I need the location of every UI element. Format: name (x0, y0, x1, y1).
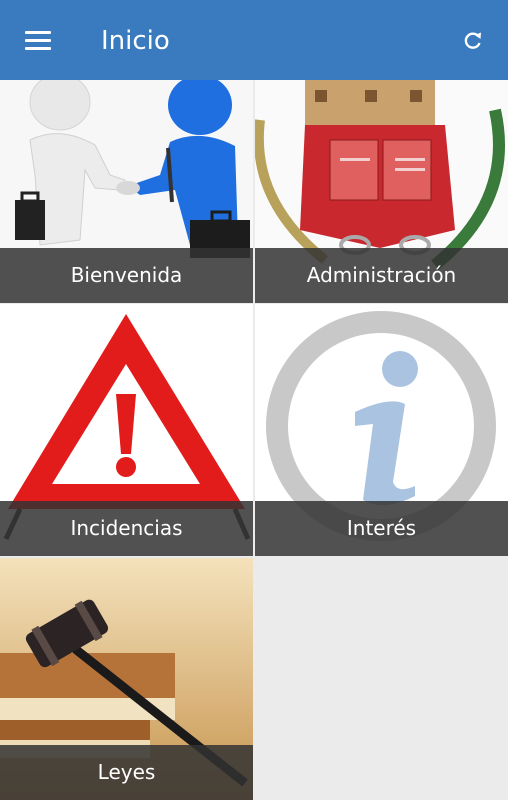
tile-label-interes: Interés (346, 516, 417, 540)
menu-icon[interactable] (18, 22, 58, 58)
tile-caption: Interés (255, 501, 508, 556)
tile-caption: Administración (255, 248, 508, 303)
tile-caption: Leyes (0, 745, 253, 800)
tile-bienvenida[interactable]: Bienvenida (0, 80, 253, 303)
tile-caption: Incidencias (0, 501, 253, 556)
tile-label-leyes: Leyes (97, 760, 156, 784)
page-title: Inicio (101, 26, 170, 56)
refresh-icon[interactable] (458, 26, 488, 56)
tile-interes[interactable]: Interés (255, 304, 508, 556)
tile-label-administracion: Administración (306, 263, 457, 287)
tile-label-bienvenida: Bienvenida (70, 263, 183, 287)
app-bar: Inicio (0, 0, 508, 80)
tile-incidencias[interactable]: Incidencias (0, 304, 253, 556)
tile-label-incidencias: Incidencias (70, 516, 183, 540)
tile-leyes[interactable]: Leyes (0, 558, 253, 800)
tile-caption: Bienvenida (0, 248, 253, 303)
tile-administracion[interactable]: Administración (255, 80, 508, 303)
